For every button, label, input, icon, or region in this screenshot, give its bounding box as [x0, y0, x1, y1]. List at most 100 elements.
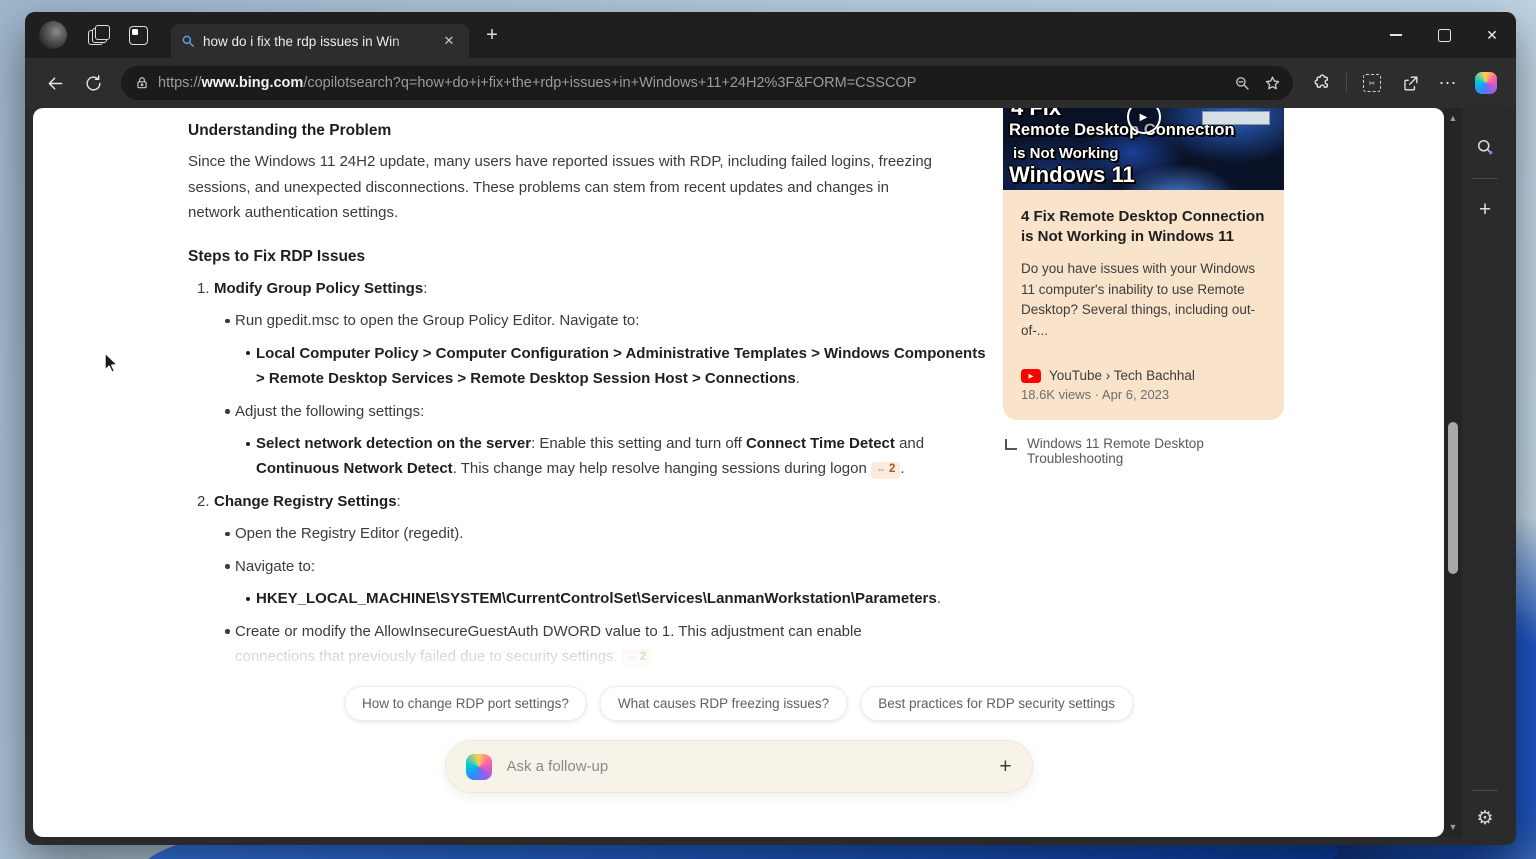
suggestion-chip-rdp-port[interactable]: How to change RDP port settings? [344, 686, 587, 721]
bullet-text-bold: Select network detection on the server [256, 435, 531, 452]
extensions-puzzle-icon [1311, 73, 1331, 93]
window-controls: ✕ [1372, 12, 1516, 58]
add-attachment-button[interactable]: + [999, 755, 1011, 779]
bullet-text: . [796, 370, 800, 387]
close-button[interactable]: ✕ [1468, 12, 1516, 58]
bullet-item: Select network detection on the server: … [188, 431, 988, 482]
video-thumbnail[interactable]: 4 Fix Remote Desktop Connection is Not W… [1003, 108, 1284, 190]
suggestion-chip-rdp-security[interactable]: Best practices for RDP security settings [860, 686, 1133, 721]
bullet-text-bold: Connect Time Detect [746, 435, 895, 452]
minimize-button[interactable] [1372, 12, 1420, 58]
bullet-item: Local Computer Policy > Computer Configu… [188, 341, 988, 392]
bullet-text-bold: Continuous Network Detect [256, 460, 453, 477]
bullet-text: . [937, 590, 941, 607]
section-heading-steps: Steps to Fix RDP Issues [188, 244, 988, 269]
scrollbar-track[interactable] [1444, 128, 1462, 817]
title-bar-left: how do i fix the rdp issues in Win ✕ + [25, 12, 509, 58]
zoom-out-magnifier-icon [1233, 74, 1251, 92]
bullet-text: . This change may help resolve hanging s… [453, 460, 871, 477]
tab-search-favicon [181, 34, 195, 48]
toolbar-divider [1346, 73, 1347, 93]
sidebar-divider [1472, 178, 1498, 179]
copilot-icon [466, 754, 492, 780]
video-title: 4 Fix Remote Desktop Connection is Not W… [1021, 207, 1266, 247]
suggestion-chip-rdp-freezing[interactable]: What causes RDP freezing issues? [600, 686, 847, 721]
bullet-text: : Enable this setting and turn off [531, 435, 746, 452]
video-meta: 18.6K views · Apr 6, 2023 [1021, 387, 1266, 402]
step-item-1: 1.Modify Group Policy Settings: [188, 276, 988, 301]
video-card[interactable]: 4 Fix Remote Desktop Connection is Not W… [1003, 190, 1284, 420]
registry-path: HKEY_LOCAL_MACHINE\SYSTEM\CurrentControl… [256, 590, 937, 607]
back-button[interactable] [37, 65, 73, 101]
lock-icon[interactable] [135, 76, 149, 90]
copilot-button[interactable] [1468, 65, 1504, 101]
play-icon: ▶ [1140, 112, 1148, 123]
bullet-text: and [895, 435, 924, 452]
link-icon: ⇔ [876, 457, 886, 482]
youtube-icon: ▶ [1021, 369, 1041, 383]
step-colon: : [397, 493, 401, 510]
screenshot-button[interactable]: ✂ [1354, 65, 1390, 101]
citation-badge[interactable]: ⇔2 [871, 462, 900, 479]
bullet-item: Navigate to: [188, 554, 952, 579]
browser-tab[interactable]: how do i fix the rdp issues in Win ✕ [171, 24, 469, 58]
sidebar-add-button[interactable]: + [1468, 193, 1502, 227]
bullet-item: Open the Registry Editor (regedit). [188, 521, 952, 546]
address-bar[interactable]: https://www.bing.com/copilotsearch?q=how… [121, 66, 1293, 100]
vertical-scrollbar[interactable]: ▲ ▼ [1444, 108, 1462, 837]
step-number: 2. [197, 489, 214, 514]
followup-input[interactable] [505, 757, 987, 776]
workspaces-icon [88, 25, 108, 45]
video-caption: Windows 11 Remote Desktop Troubleshootin… [1003, 436, 1284, 466]
refresh-icon [84, 74, 103, 93]
plus-icon: + [1479, 198, 1491, 222]
extensions-button[interactable] [1303, 65, 1339, 101]
browser-window: how do i fix the rdp issues in Win ✕ + ✕… [25, 12, 1516, 845]
workspaces-button[interactable] [81, 12, 115, 58]
step-title: Modify Group Policy Settings [214, 280, 423, 297]
video-panel: 4 Fix Remote Desktop Connection is Not W… [1003, 108, 1284, 466]
bullet-text: Navigate to: [235, 558, 315, 575]
maximize-button[interactable] [1420, 12, 1468, 58]
share-button[interactable] [1392, 65, 1428, 101]
zoom-level-button[interactable] [1227, 68, 1257, 98]
close-icon: ✕ [444, 33, 455, 49]
favorites-star-button[interactable] [1257, 68, 1287, 98]
bullet-text-bold: Local Computer Policy > Computer Configu… [256, 345, 986, 387]
title-bar-spacer [509, 12, 1372, 58]
edge-sidebar: + ⚙ [1462, 108, 1508, 837]
bullet-text: Run gpedit.msc to open the Group Policy … [235, 312, 639, 329]
vertical-tabs-button[interactable] [121, 12, 155, 58]
thumbnail-text: 4 Fix [1011, 108, 1061, 121]
step-title: Change Registry Settings [214, 493, 397, 510]
followup-bar[interactable]: + [445, 740, 1033, 793]
refresh-button[interactable] [75, 65, 111, 101]
sidebar-search-button[interactable] [1468, 130, 1502, 164]
sidebar-settings-button[interactable]: ⚙ [1468, 803, 1502, 837]
thumbnail-text: Remote Desktop Connection [1009, 121, 1235, 140]
settings-more-button[interactable]: ⋯ [1430, 65, 1466, 101]
video-caption-text: Windows 11 Remote Desktop Troubleshootin… [1027, 436, 1284, 466]
bullet-text: . [900, 460, 904, 477]
plus-icon: + [486, 24, 498, 47]
corner-bracket-icon [1005, 439, 1017, 450]
page-content: Understanding the Problem Since the Wind… [33, 108, 1444, 837]
thumbnail-dialog-image [1202, 111, 1270, 125]
navigation-bar: https://www.bing.com/copilotsearch?q=how… [25, 58, 1516, 108]
scroll-up-button[interactable]: ▲ [1449, 108, 1458, 128]
gear-icon: ⚙ [1476, 807, 1493, 830]
vertical-tabs-icon [129, 26, 148, 45]
url-scheme: https:// [158, 75, 202, 91]
content-fade-overlay [188, 636, 988, 688]
scrollbar-thumb[interactable] [1448, 422, 1458, 574]
profile-avatar[interactable] [39, 21, 67, 49]
title-bar: how do i fix the rdp issues in Win ✕ + ✕ [25, 12, 1516, 58]
video-description: Do you have issues with your Windows 11 … [1021, 259, 1266, 341]
new-tab-button[interactable]: + [475, 12, 509, 58]
scissors-icon: ✂ [1369, 79, 1376, 88]
scroll-down-button[interactable]: ▼ [1449, 817, 1458, 837]
bullet-item: Adjust the following settings: [188, 399, 952, 424]
tab-close-button[interactable]: ✕ [439, 31, 459, 51]
screenshot-icon: ✂ [1363, 74, 1381, 92]
citation-number: 2 [889, 457, 895, 482]
